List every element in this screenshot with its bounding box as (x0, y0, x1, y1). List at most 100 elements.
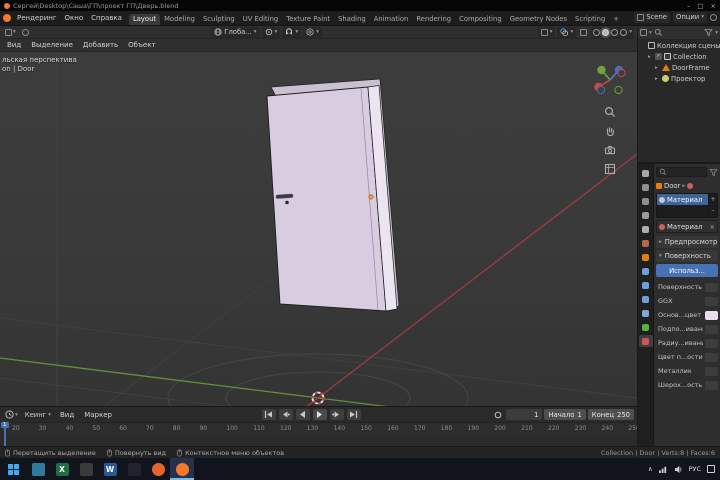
ortho-toggle-icon[interactable] (603, 162, 618, 176)
world-icon[interactable] (639, 237, 653, 249)
expand-arrow-icon[interactable]: ▸ (655, 65, 660, 71)
object-data-icon[interactable] (639, 321, 653, 333)
filter-funnel-icon[interactable] (709, 168, 718, 177)
workspace-tab-scripting[interactable]: Scripting (571, 14, 609, 25)
scene-selector[interactable]: Scene (634, 12, 670, 23)
physics-icon[interactable] (639, 293, 653, 305)
pivot-point-dropdown[interactable]: ▾ (262, 27, 281, 38)
taskbar-app-mail-app[interactable] (26, 458, 50, 480)
outliner-editor-dropdown[interactable]: ▾ (649, 30, 652, 36)
shading-options-dropdown[interactable]: ▾ (629, 29, 632, 35)
gizmos-dropdown[interactable]: ▾ (538, 27, 556, 38)
value-field[interactable] (705, 297, 718, 306)
material-slot-active[interactable]: Материал (657, 194, 708, 205)
value-field[interactable] (705, 353, 718, 362)
shading-material-button[interactable] (611, 29, 618, 36)
jump-to-end-button[interactable] (347, 409, 361, 420)
workspace-tab-compositing[interactable]: Compositing (455, 14, 506, 25)
properties-search-input[interactable] (656, 167, 707, 177)
object-icon[interactable] (639, 251, 653, 263)
outliner-filter-dropdown[interactable]: ▾ (715, 30, 718, 36)
constraints-icon[interactable] (639, 307, 653, 319)
options-dropdown[interactable]: Опции▾ (673, 12, 707, 23)
color-swatch[interactable] (705, 311, 718, 320)
output-icon[interactable] (639, 195, 653, 207)
breadcrumb-object-name[interactable]: Door (664, 182, 680, 190)
shading-wireframe-button[interactable] (593, 29, 600, 36)
menu-window[interactable]: Окно (61, 14, 88, 22)
taskbar-app-browser[interactable] (146, 458, 170, 480)
timeline-editor-type-button[interactable]: ▾ (3, 409, 20, 420)
volume-icon[interactable] (674, 465, 683, 474)
filter-funnel-icon[interactable] (704, 28, 713, 37)
next-keyframe-button[interactable] (330, 409, 344, 420)
blender-app-icon[interactable] (3, 14, 11, 22)
collection-checkbox[interactable]: ✓ (655, 53, 662, 60)
menu-render[interactable]: Рендеринг (13, 14, 61, 22)
viewport-menu-object[interactable]: Объект (124, 41, 159, 49)
taskbar-app-dark-app[interactable] (122, 458, 146, 480)
snapping-dropdown[interactable]: ▾ (282, 27, 301, 38)
expand-arrow-icon[interactable]: ▸ (655, 76, 660, 82)
use-nodes-button[interactable]: Использ... (656, 264, 718, 277)
search-icon[interactable] (654, 28, 663, 37)
play-button[interactable] (313, 409, 327, 420)
tool-icon[interactable] (639, 167, 653, 179)
value-field[interactable] (705, 325, 718, 334)
add-slot-button[interactable]: + (710, 194, 715, 205)
expand-arrow-icon[interactable]: ▸ (648, 54, 653, 60)
workspace-tab-texture-paint[interactable]: Texture Paint (282, 14, 334, 25)
particles-icon[interactable] (639, 279, 653, 291)
workspace-tab-animation[interactable]: Animation (370, 14, 413, 25)
xray-toggle[interactable] (578, 27, 589, 38)
start-button[interactable] (0, 458, 26, 480)
value-field[interactable] (705, 339, 718, 348)
proportional-editing-dropdown[interactable]: ▾ (303, 27, 322, 38)
render-icon[interactable] (639, 181, 653, 193)
shading-solid-button[interactable] (602, 29, 609, 36)
minimize-button[interactable]: – (687, 2, 690, 10)
mode-button[interactable] (20, 27, 31, 38)
viewport-menu-add[interactable]: Добавить (79, 41, 122, 49)
frame-end-field[interactable]: Конец250 (588, 409, 634, 420)
pan-hand-icon[interactable] (603, 124, 618, 138)
viewport-menu-select[interactable]: Выделение (27, 41, 77, 49)
section-surface[interactable]: ▾Поверхность (656, 250, 718, 262)
keying-popover[interactable]: Кеинг▾ (22, 409, 54, 420)
prev-keyframe-button[interactable] (279, 409, 293, 420)
network-icon[interactable] (659, 465, 668, 473)
value-field[interactable] (705, 367, 718, 376)
value-field[interactable] (705, 381, 718, 390)
material-datablock-selector[interactable]: Материал × (656, 220, 718, 233)
tray-expand-chevron[interactable]: ∧ (648, 465, 653, 473)
workspace-tab-uv-editing[interactable]: UV Editing (239, 14, 282, 25)
language-indicator[interactable]: РУС (689, 465, 701, 473)
workspace-tab-geometry-nodes[interactable]: Geometry Nodes (506, 14, 571, 25)
frame-start-field[interactable]: Начало1 (544, 409, 585, 420)
notification-center-icon[interactable] (707, 465, 715, 473)
menu-help[interactable]: Справка (87, 14, 126, 22)
outliner-row[interactable]: ▸✓Collection (638, 51, 720, 62)
editor-type-button[interactable]: ▾ (3, 27, 18, 38)
value-field[interactable] (705, 283, 718, 292)
view-layer-icon[interactable] (710, 14, 717, 21)
workspace-tab-modeling[interactable]: Modeling (160, 14, 199, 25)
timeline-editor[interactable]: ▾ Кеинг▾ Вид Маркер (0, 406, 637, 446)
shading-rendered-button[interactable] (620, 29, 627, 36)
camera-view-icon[interactable] (603, 143, 618, 157)
taskbar-app-word[interactable]: W (98, 458, 122, 480)
workspace-tab-+[interactable]: + (609, 14, 623, 25)
timeline-menu-view[interactable]: Вид (56, 411, 78, 419)
viewport-menu-view[interactable]: Вид (3, 41, 25, 49)
auto-keying-toggle[interactable] (492, 409, 504, 420)
workspace-tab-layout[interactable]: Layout (129, 14, 160, 25)
navigation-gizmo[interactable] (590, 60, 630, 100)
unlink-icon[interactable]: × (710, 223, 715, 231)
transform-orientation-dropdown[interactable]: Глоба...▾ (211, 27, 259, 38)
overlays-dropdown[interactable]: ▾ (557, 27, 576, 38)
jump-to-start-button[interactable] (262, 409, 276, 420)
play-reverse-button[interactable] (296, 409, 310, 420)
workspace-tab-shading[interactable]: Shading (334, 14, 370, 25)
viewport-3d[interactable]: ▾ Глоба...▾ ▾ (0, 26, 637, 406)
zoom-tool-icon[interactable] (603, 105, 618, 119)
